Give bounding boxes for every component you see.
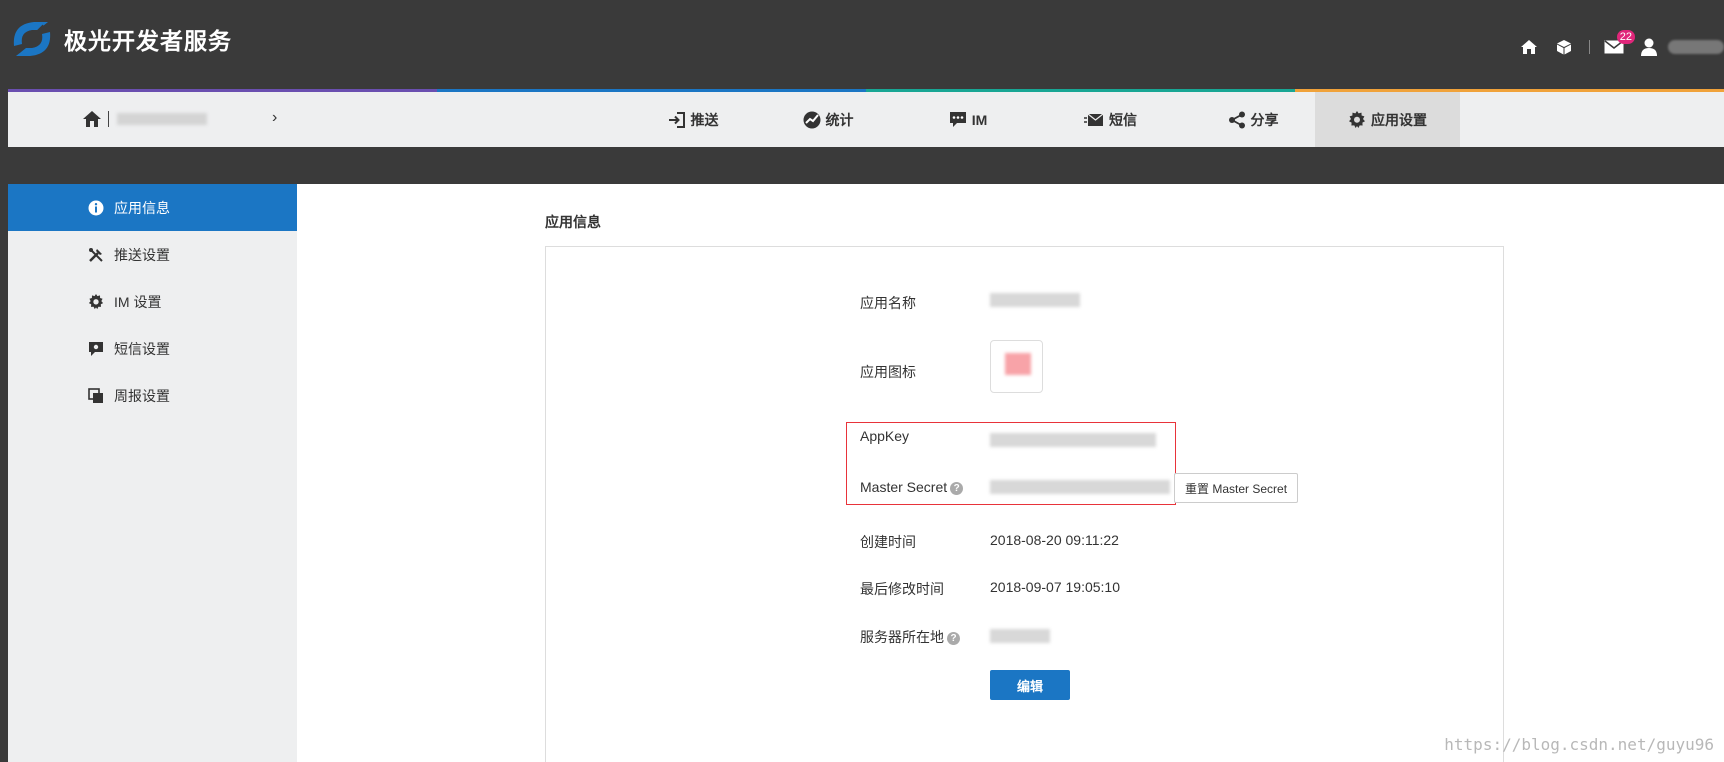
app-name-value-redacted xyxy=(990,293,1080,307)
server-location-help-icon[interactable]: ? xyxy=(947,631,960,645)
server-location-label-text: 服务器所在地 xyxy=(860,629,944,645)
mail-count-badge: 22 xyxy=(1616,30,1635,44)
master-secret-value-redacted xyxy=(990,480,1170,494)
send-mail-icon xyxy=(1084,113,1104,126)
tab-push[interactable]: 推送 xyxy=(628,92,758,147)
app-name-redacted xyxy=(117,113,207,125)
home-icon[interactable] xyxy=(1518,36,1540,58)
cube-icon[interactable] xyxy=(1553,36,1575,58)
user-icon[interactable] xyxy=(1638,36,1660,58)
tools-icon xyxy=(89,247,103,262)
username-redacted[interactable] xyxy=(1668,40,1724,54)
sidebar-item-label: IM 设置 xyxy=(114,293,162,310)
home-icon xyxy=(83,111,101,127)
gear-icon xyxy=(88,293,104,309)
tab-label: 推送 xyxy=(690,111,719,128)
tab-im[interactable]: IM xyxy=(898,92,1038,147)
tab-label: 应用设置 xyxy=(1371,111,1427,128)
mail-icon[interactable]: 22 xyxy=(1603,30,1635,58)
sidebar-item-label: 应用信息 xyxy=(114,199,170,216)
brand[interactable]: 极光开发者服务 xyxy=(8,16,232,62)
breadcrumb-arrow-icon[interactable]: › xyxy=(272,109,277,127)
app-icon-label: 应用图标 xyxy=(860,364,916,380)
app-icon-redacted xyxy=(1005,353,1031,375)
tab-label: 统计 xyxy=(825,111,854,128)
main-content: 应用信息 应用名称 应用图标 AppKey Master Secret? 重置 … xyxy=(297,184,1724,762)
reset-master-secret-button[interactable]: 重置 Master Secret xyxy=(1174,473,1299,503)
breadcrumb-divider xyxy=(108,111,109,127)
sidebar-item-push-settings[interactable]: 推送设置 xyxy=(8,231,297,278)
top-header: 极光开发者服务 22 xyxy=(0,0,1724,90)
sidebar-item-label: 短信设置 xyxy=(114,340,170,357)
jiguang-logo-icon xyxy=(13,22,51,56)
tab-stats[interactable]: 统计 xyxy=(758,92,898,147)
tab-sms[interactable]: 短信 xyxy=(1038,92,1183,147)
server-location-label: 服务器所在地? xyxy=(860,627,960,647)
share-icon xyxy=(1228,111,1245,128)
master-secret-label: Master Secret? xyxy=(860,479,964,495)
sidebar-item-sms-settings[interactable]: 短信设置 xyxy=(8,325,297,372)
modified-time-label: 最后修改时间 xyxy=(860,581,944,597)
header-icons: 22 xyxy=(1505,30,1724,58)
appkey-label: AppKey xyxy=(860,428,910,444)
gear-icon xyxy=(1349,110,1365,128)
tab-app-settings[interactable]: 应用设置 xyxy=(1315,92,1460,147)
chat-icon xyxy=(949,112,966,127)
section-title: 应用信息 xyxy=(545,214,601,230)
master-secret-help-icon[interactable]: ? xyxy=(950,481,964,495)
tab-label: IM xyxy=(971,111,988,128)
server-location-value-redacted xyxy=(990,629,1050,643)
modified-time-value: 2018-09-07 19:05:10 xyxy=(990,579,1120,595)
sign-in-icon xyxy=(668,111,685,128)
tab-label: 分享 xyxy=(1250,111,1279,128)
app-icon-image[interactable] xyxy=(990,340,1043,393)
edit-button[interactable]: 编辑 xyxy=(990,670,1070,700)
chart-icon xyxy=(803,111,820,128)
created-time-value: 2018-08-20 09:11:22 xyxy=(990,532,1119,548)
sidebar-item-label: 周报设置 xyxy=(114,387,170,404)
sidebar-item-weekly-report[interactable]: 周报设置 xyxy=(8,372,297,419)
copy-icon xyxy=(88,387,103,403)
sidebar: 应用信息 推送设置 IM 设置 短信设置 周报设置 xyxy=(8,184,297,762)
breadcrumb[interactable] xyxy=(82,110,207,128)
sms-icon xyxy=(89,341,103,356)
master-secret-label-text: Master Secret xyxy=(860,479,948,495)
sidebar-item-im-settings[interactable]: IM 设置 xyxy=(8,278,297,325)
tab-label: 短信 xyxy=(1109,111,1137,128)
sidebar-item-app-info[interactable]: 应用信息 xyxy=(8,184,297,231)
app-nav-bar: › 推送 统计 IM 短信 分享 应用设置 xyxy=(8,92,1724,147)
header-divider xyxy=(1589,40,1590,54)
sidebar-item-label: 推送设置 xyxy=(114,246,170,263)
app-info-panel: 应用名称 应用图标 AppKey Master Secret? 重置 Maste… xyxy=(545,246,1504,762)
appkey-value-redacted xyxy=(990,433,1156,447)
brand-name: 极光开发者服务 xyxy=(64,28,232,54)
tab-share[interactable]: 分享 xyxy=(1183,92,1323,147)
created-time-label: 创建时间 xyxy=(860,534,916,550)
watermark: https://blog.csdn.net/guyu96 xyxy=(1444,735,1714,754)
app-name-label: 应用名称 xyxy=(860,295,916,311)
info-icon xyxy=(88,200,104,215)
